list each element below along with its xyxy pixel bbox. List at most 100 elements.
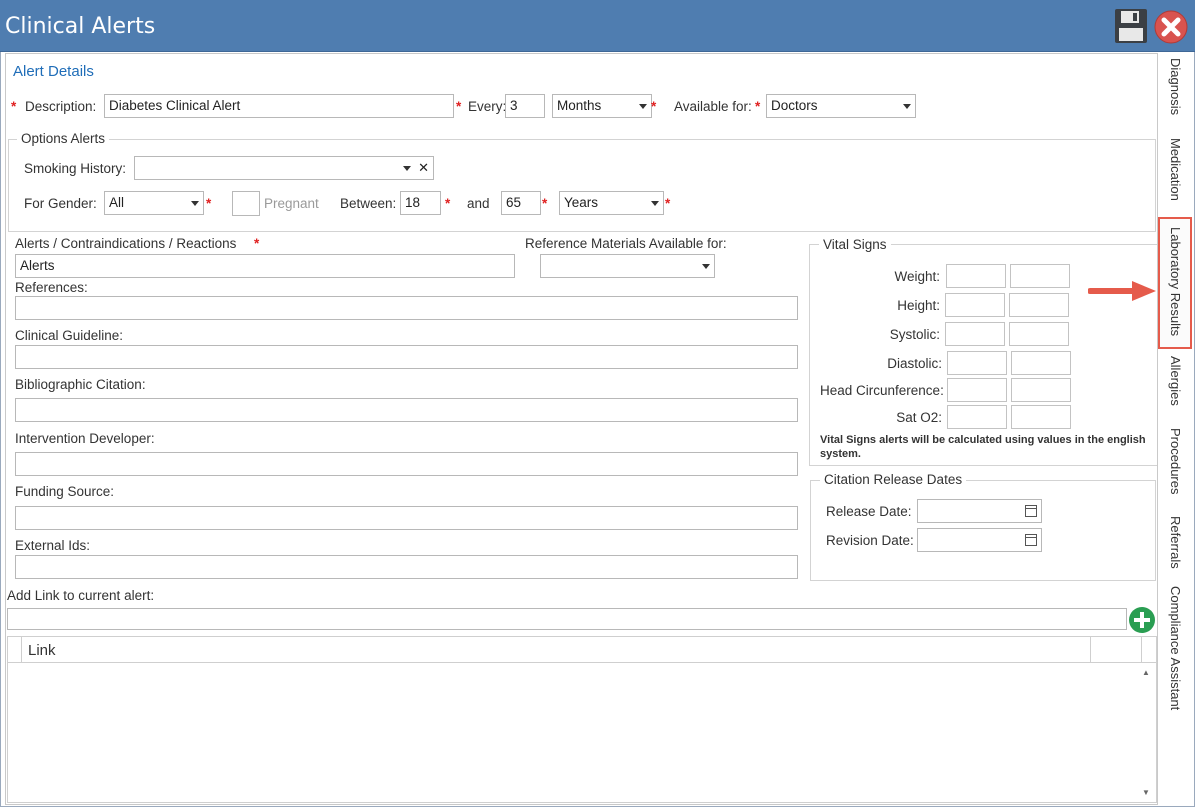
height-label: Height:: [897, 298, 940, 313]
link-column-header[interactable]: Link: [21, 637, 1091, 662]
diastolic-max-input[interactable]: [1011, 351, 1071, 375]
chevron-down-icon: [651, 201, 659, 206]
title-bar: Clinical Alerts: [0, 0, 1195, 52]
required-marker: *: [11, 99, 17, 114]
diastolic-label: Diastolic:: [887, 356, 942, 371]
tab-label: Procedures: [1168, 428, 1183, 495]
funding-source-label: Funding Source:: [15, 484, 115, 499]
bibliographic-citation-label: Bibliographic Citation:: [15, 377, 146, 392]
tab-referrals[interactable]: Referrals: [1159, 516, 1194, 576]
smoking-history-select[interactable]: ✕: [134, 156, 434, 180]
systolic-min-input[interactable]: [945, 322, 1005, 346]
options-alerts-group: [8, 139, 1156, 232]
gender-select-value: All: [109, 195, 125, 210]
calendar-icon[interactable]: [1025, 505, 1037, 517]
description-input[interactable]: Diabetes Clinical Alert: [104, 94, 454, 118]
height-min-input[interactable]: [945, 293, 1005, 317]
height-max-input[interactable]: [1009, 293, 1069, 317]
bibliographic-citation-input[interactable]: [15, 398, 798, 422]
side-tab-bar: Diagnosis Medication Laboratory Results …: [1158, 53, 1194, 805]
age-from-input[interactable]: 18: [400, 191, 441, 215]
required-marker: *: [445, 196, 451, 211]
tab-procedures[interactable]: Procedures: [1159, 428, 1194, 508]
required-marker: *: [651, 99, 657, 114]
release-date-input[interactable]: [917, 499, 1042, 523]
every-input[interactable]: 3: [505, 94, 545, 118]
gender-select[interactable]: All: [104, 191, 204, 215]
column-divider: [1141, 637, 1142, 662]
tab-medication[interactable]: Medication: [1159, 138, 1194, 213]
chevron-down-icon: [639, 104, 647, 109]
window-title: Clinical Alerts: [5, 14, 156, 39]
options-alerts-legend: Options Alerts: [17, 131, 110, 146]
scroll-down-arrow[interactable]: ▼: [1142, 788, 1150, 797]
required-marker: *: [254, 236, 260, 251]
add-link-button[interactable]: [1129, 607, 1155, 633]
tab-label: Referrals: [1168, 516, 1183, 569]
sat-o2-max-input[interactable]: [1011, 405, 1071, 429]
clear-icon[interactable]: ✕: [418, 157, 429, 179]
floppy-disk-icon: [1115, 9, 1147, 43]
citation-dates-legend: Citation Release Dates: [820, 472, 967, 487]
external-ids-label: External Ids:: [15, 538, 91, 553]
link-column-label: Link: [28, 642, 56, 659]
vital-signs-note: Vital Signs alerts will be calculated us…: [820, 434, 1146, 460]
reference-materials-select[interactable]: [540, 254, 715, 278]
period-select-value: Months: [557, 98, 602, 113]
description-label: Description:: [25, 99, 97, 114]
alerts-input[interactable]: Alerts: [15, 254, 515, 278]
references-label: References:: [15, 280, 88, 295]
scroll-up-arrow[interactable]: ▲: [1142, 668, 1150, 677]
funding-source-input[interactable]: [15, 506, 798, 530]
calendar-icon[interactable]: [1025, 534, 1037, 546]
gender-label: For Gender:: [24, 196, 97, 211]
period-select[interactable]: Months: [552, 94, 652, 118]
chevron-down-icon: [702, 264, 710, 269]
tab-label: Allergies: [1168, 356, 1183, 406]
pregnant-checkbox[interactable]: [232, 191, 260, 216]
required-marker: *: [542, 196, 548, 211]
tab-label: Compliance Assistant: [1168, 586, 1183, 711]
chevron-down-icon: [403, 166, 411, 171]
add-link-input[interactable]: [7, 608, 1127, 630]
age-to-input[interactable]: 65: [501, 191, 541, 215]
every-label: Every:: [468, 99, 507, 114]
close-button[interactable]: [1154, 10, 1188, 44]
revision-date-input[interactable]: [917, 528, 1042, 552]
tab-label: Medication: [1168, 138, 1183, 201]
release-date-label: Release Date:: [826, 504, 912, 519]
systolic-max-input[interactable]: [1009, 322, 1069, 346]
tab-diagnosis[interactable]: Diagnosis: [1159, 58, 1194, 128]
chevron-down-icon: [191, 201, 199, 206]
available-for-select[interactable]: Doctors: [766, 94, 916, 118]
clinical-guideline-label: Clinical Guideline:: [15, 328, 124, 343]
external-ids-input[interactable]: [15, 555, 798, 579]
revision-date-label: Revision Date:: [826, 533, 914, 548]
intervention-developer-label: Intervention Developer:: [15, 431, 155, 446]
age-unit-select[interactable]: Years: [559, 191, 664, 215]
diastolic-min-input[interactable]: [947, 351, 1007, 375]
alerts-label: Alerts / Contraindications / Reactions: [15, 236, 237, 251]
required-marker: *: [755, 99, 761, 114]
add-link-label: Add Link to current alert:: [7, 588, 155, 603]
clinical-guideline-input[interactable]: [15, 345, 798, 369]
tab-compliance-assistant[interactable]: Compliance Assistant: [1159, 586, 1194, 726]
intervention-developer-input[interactable]: [15, 452, 798, 476]
head-circumference-max-input[interactable]: [1011, 378, 1071, 402]
section-title-alert-details: Alert Details: [13, 63, 94, 80]
sat-o2-min-input[interactable]: [947, 405, 1007, 429]
references-input[interactable]: [15, 296, 798, 320]
weight-max-input[interactable]: [1010, 264, 1070, 288]
save-button[interactable]: [1114, 8, 1148, 44]
weight-min-input[interactable]: [946, 264, 1006, 288]
link-grid: Link: [7, 636, 1157, 803]
weight-label: Weight:: [894, 269, 940, 284]
available-for-label: Available for:: [674, 99, 752, 114]
tab-laboratory-results[interactable]: Laboratory Results: [1158, 217, 1192, 349]
and-label: and: [467, 196, 490, 211]
tab-allergies[interactable]: Allergies: [1159, 356, 1194, 418]
head-circumference-min-input[interactable]: [947, 378, 1007, 402]
head-circumference-label: Head Circunference:: [820, 383, 944, 398]
link-grid-header: Link: [8, 637, 1156, 663]
required-marker: *: [665, 196, 671, 211]
